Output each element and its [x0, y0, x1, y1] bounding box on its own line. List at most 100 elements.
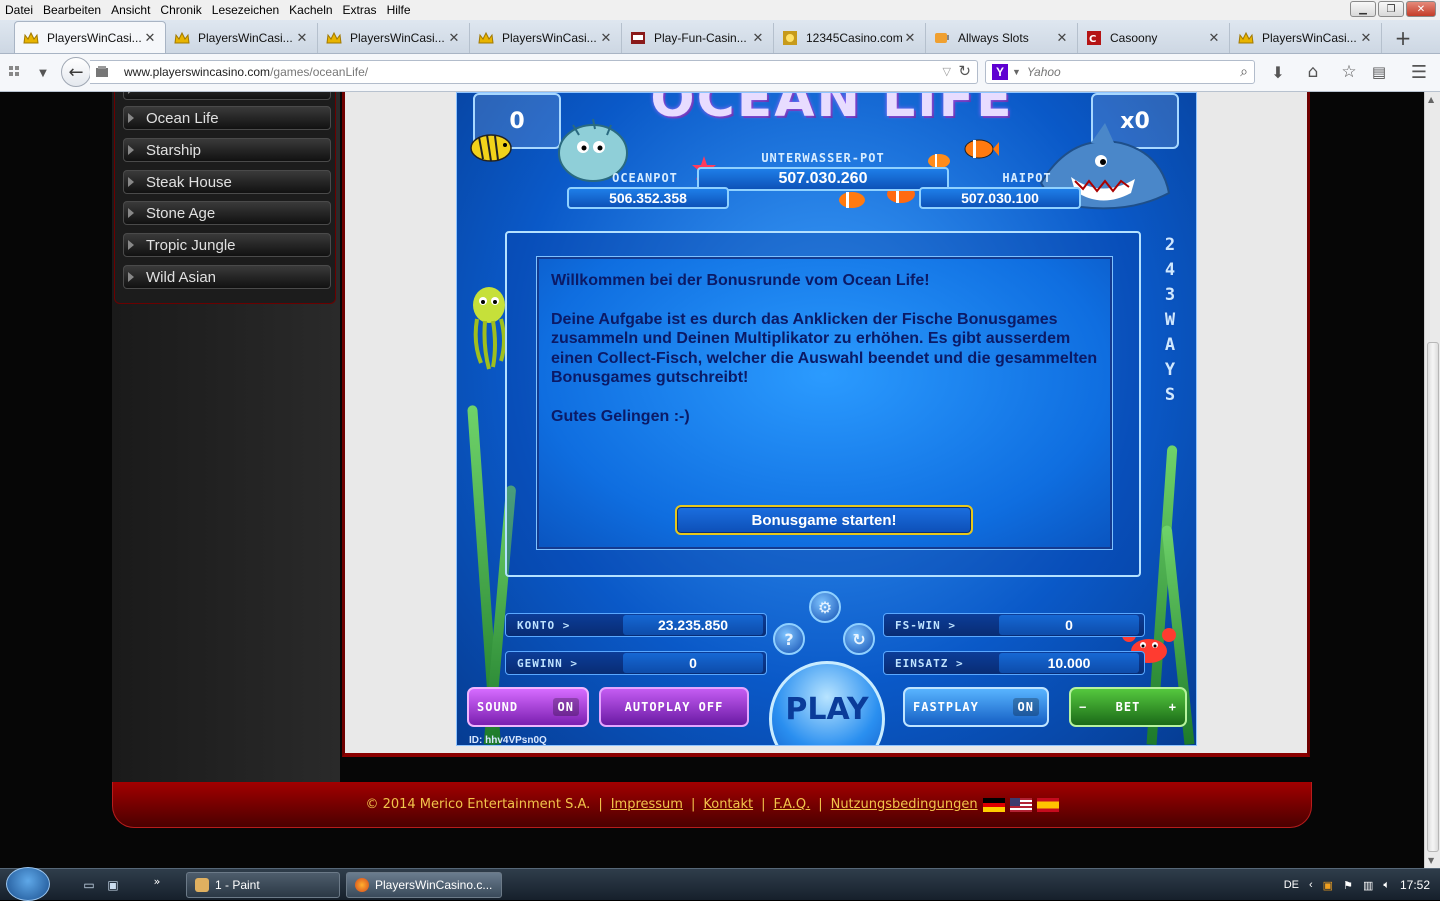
- new-tab-button[interactable]: +: [1388, 23, 1418, 53]
- volume-icon[interactable]: 🔈︎: [1383, 879, 1390, 892]
- kontakt-link[interactable]: Kontakt: [703, 797, 753, 812]
- autoplay-button[interactable]: AUTOPLAY OFF: [599, 687, 749, 727]
- refresh-icon[interactable]: ↻: [843, 623, 875, 655]
- bonus-body: Deine Aufgabe ist es durch das Anklicken…: [551, 310, 1098, 387]
- restore-icon[interactable]: ❐: [1378, 1, 1404, 17]
- scroll-down-icon[interactable]: ▼: [1428, 856, 1434, 865]
- nutzungsbedingungen-link[interactable]: Nutzungsbedingungen: [831, 797, 978, 812]
- game-item-partial[interactable]: [123, 92, 331, 100]
- page-scrollbar[interactable]: ▲ ▼: [1424, 92, 1440, 868]
- faq-link[interactable]: F.A.Q.: [774, 797, 811, 812]
- tab-playerswin-2[interactable]: PlayersWinCasi... ✕: [166, 23, 318, 53]
- hamburger-menu-icon[interactable]: ☰: [1408, 62, 1430, 83]
- windows-start-icon[interactable]: [6, 867, 50, 901]
- menu-bearbeiten[interactable]: Bearbeiten: [38, 0, 106, 20]
- close-tab-icon[interactable]: ✕: [143, 30, 157, 46]
- game-item-starship[interactable]: Starship: [123, 138, 331, 162]
- tab-12345casino[interactable]: 12345Casino.com ✕: [774, 23, 926, 53]
- bet-plus-button[interactable]: +: [1169, 700, 1177, 714]
- bet-minus-button[interactable]: −: [1079, 700, 1087, 714]
- minimize-icon[interactable]: ▁: [1350, 1, 1376, 17]
- search-icon[interactable]: ⌕: [1240, 63, 1248, 80]
- triangle-right-icon: [128, 92, 134, 94]
- download-icon[interactable]: ⬇: [1268, 62, 1288, 82]
- menu-hilfe[interactable]: Hilfe: [382, 0, 416, 20]
- history-dropdown-icon[interactable]: ▽: [943, 65, 951, 78]
- game-item-ocean-life[interactable]: Ocean Life: [123, 106, 331, 130]
- taskbar-paint-button[interactable]: 1 - Paint: [186, 872, 340, 898]
- tab-bar: PlayersWinCasi... ✕ PlayersWinCasi... ✕ …: [0, 20, 1440, 54]
- scroll-thumb[interactable]: [1427, 342, 1439, 852]
- game-item-stone-age[interactable]: Stone Age: [123, 201, 331, 225]
- ocean-life-game[interactable]: 0 x0 OCEAN LIFE UNTERWASSER-POT 507.030.…: [456, 92, 1197, 746]
- home-icon[interactable]: ⌂: [1303, 62, 1323, 82]
- menu-datei[interactable]: Datei: [0, 0, 38, 20]
- tab-groups-icon[interactable]: [8, 64, 26, 82]
- coin-icon: [783, 31, 797, 45]
- close-tab-icon[interactable]: ✕: [1055, 30, 1069, 46]
- us-flag-icon[interactable]: [1009, 797, 1032, 812]
- fastplay-label: FASTPLAY: [913, 700, 979, 714]
- menu-ansicht[interactable]: Ansicht: [106, 0, 155, 20]
- show-desktop-icon[interactable]: ▭: [80, 877, 98, 893]
- game-item-steak-house[interactable]: Steak House: [123, 170, 331, 194]
- clock[interactable]: 17:52: [1400, 878, 1430, 892]
- menu-lesezeichen[interactable]: Lesezeichen: [207, 0, 284, 20]
- spanish-flag-icon[interactable]: [1036, 797, 1059, 812]
- taskbar-firefox-button[interactable]: PlayersWinCasino.c...: [346, 872, 502, 898]
- tab-playerswin-1[interactable]: PlayersWinCasi... ✕: [14, 21, 166, 53]
- crown-icon: [478, 31, 494, 44]
- flag-action-center-icon[interactable]: ⚑: [1343, 879, 1353, 892]
- tab-playerswin-3[interactable]: PlayersWinCasi... ✕: [318, 23, 470, 53]
- navigation-bar: ▼ ← www.playerswincasino.com/games/ocean…: [0, 54, 1440, 92]
- game-item-wild-asian[interactable]: Wild Asian: [123, 265, 331, 289]
- german-flag-icon[interactable]: [982, 797, 1005, 812]
- tab-title: 12345Casino.com: [806, 31, 903, 45]
- fastplay-toggle-button[interactable]: FASTPLAY ON: [903, 687, 1049, 727]
- close-tab-icon[interactable]: ✕: [903, 30, 917, 46]
- close-window-icon[interactable]: ✕: [1406, 1, 1436, 17]
- tray-app-icon[interactable]: ▣: [1323, 879, 1333, 892]
- play-button[interactable]: PLAY: [769, 661, 885, 745]
- menu-extras[interactable]: Extras: [338, 0, 382, 20]
- triangle-right-icon: [128, 177, 134, 187]
- network-icon[interactable]: ▥: [1363, 879, 1373, 892]
- close-tab-icon[interactable]: ✕: [1359, 30, 1373, 46]
- tab-play-fun-casino[interactable]: Play-Fun-Casin... ✕: [622, 23, 774, 53]
- tab-title: PlayersWinCasi...: [198, 31, 293, 45]
- tab-playerswin-4[interactable]: PlayersWinCasi... ✕: [470, 23, 622, 53]
- menu-chronik[interactable]: Chronik: [155, 0, 206, 20]
- settings-gear-icon[interactable]: ⚙: [809, 591, 841, 623]
- yahoo-icon[interactable]: Y: [992, 64, 1008, 80]
- svg-text:C: C: [1089, 34, 1096, 45]
- copyright-text: © 2014 Merico Entertainment S.A.: [365, 797, 591, 812]
- bookmark-star-icon[interactable]: ☆: [1339, 62, 1359, 82]
- tray-expand-icon[interactable]: ‹: [1309, 879, 1313, 891]
- search-bar[interactable]: Y ▼ Yahoo ⌕: [985, 60, 1255, 84]
- quicklaunch-chevron-icon[interactable]: »: [150, 873, 164, 889]
- tab-playerswin-5[interactable]: PlayersWinCasi... ✕: [1230, 23, 1382, 53]
- close-tab-icon[interactable]: ✕: [1207, 30, 1221, 46]
- reload-icon[interactable]: ↻: [958, 62, 971, 80]
- bonusgame-start-button[interactable]: Bonusgame starten!: [675, 505, 973, 535]
- scroll-up-icon[interactable]: ▲: [1428, 95, 1434, 104]
- switch-windows-icon[interactable]: ▣: [104, 877, 122, 893]
- url-bar[interactable]: www.playerswincasino.com/games/oceanLife…: [90, 60, 978, 84]
- tab-allways-slots[interactable]: Allways Slots ✕: [926, 23, 1078, 53]
- list-all-tabs-icon[interactable]: ▼: [36, 64, 50, 82]
- back-arrow-icon[interactable]: ←: [61, 57, 91, 87]
- close-tab-icon[interactable]: ✕: [295, 30, 309, 46]
- help-icon[interactable]: ?: [773, 623, 805, 655]
- close-tab-icon[interactable]: ✕: [751, 30, 765, 46]
- clownfish-icon: [964, 139, 999, 159]
- search-engine-dropdown-icon[interactable]: ▼: [1012, 67, 1021, 77]
- tab-casoony[interactable]: C Casoony ✕: [1078, 23, 1230, 53]
- impressum-link[interactable]: Impressum: [611, 797, 683, 812]
- game-item-tropic-jungle[interactable]: Tropic Jungle: [123, 233, 331, 257]
- bookmarks-list-icon[interactable]: ▤: [1369, 62, 1389, 82]
- language-indicator[interactable]: DE: [1284, 879, 1299, 891]
- sound-toggle-button[interactable]: SOUND ON: [467, 687, 589, 727]
- menu-kacheln[interactable]: Kacheln: [284, 0, 337, 20]
- close-tab-icon[interactable]: ✕: [447, 30, 461, 46]
- close-tab-icon[interactable]: ✕: [599, 30, 613, 46]
